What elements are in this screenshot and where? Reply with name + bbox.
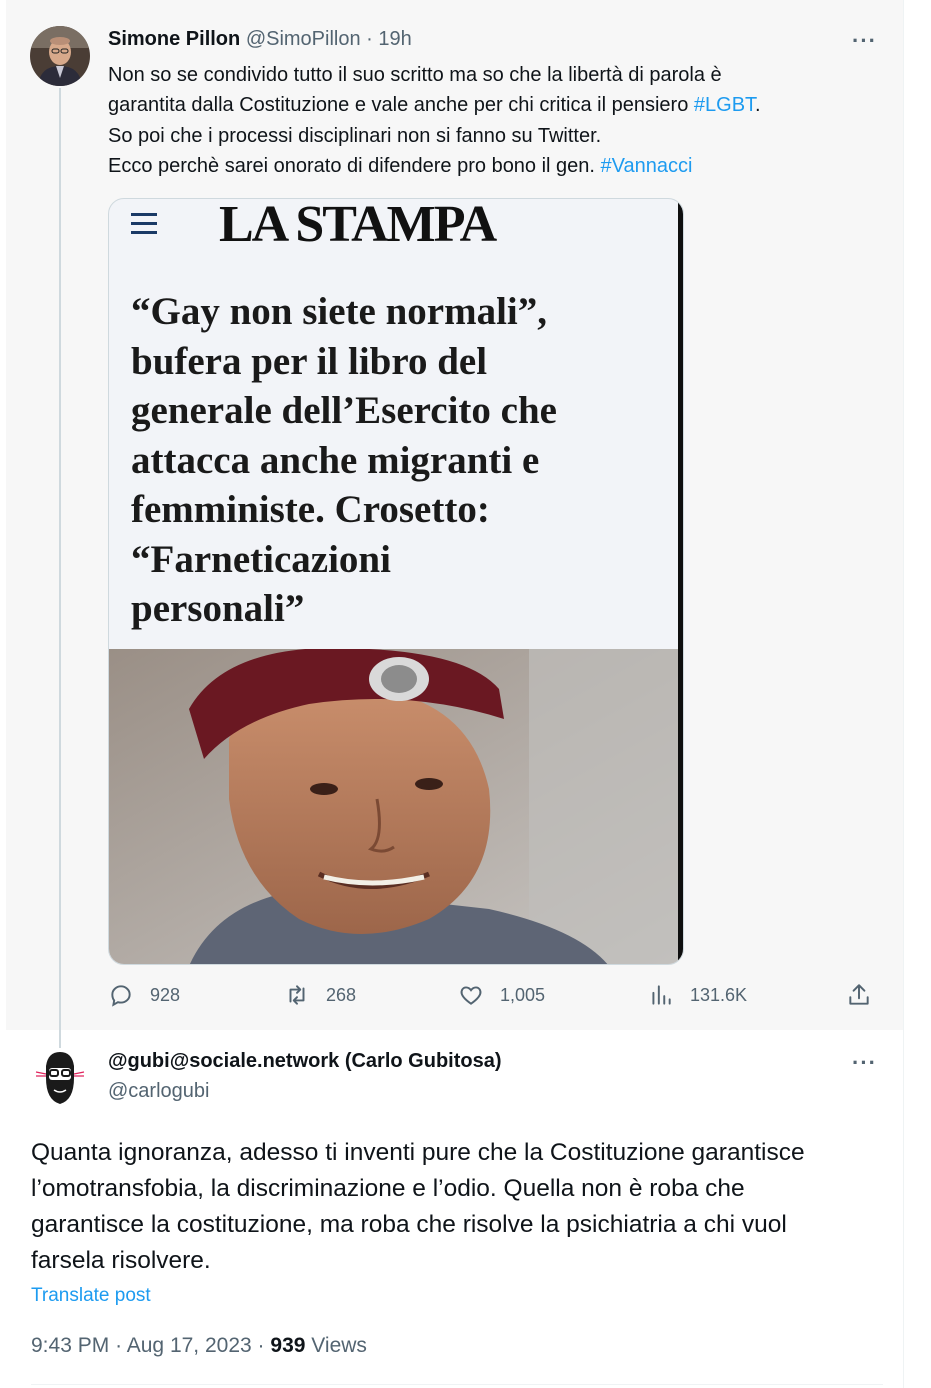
thread-connector-line <box>59 88 61 1048</box>
views-icon <box>652 985 671 1005</box>
meta-separator: · <box>115 1334 123 1357</box>
parent-tweet-text: Non so se condivido tutto il suo scritto… <box>108 60 888 181</box>
header-separator: · <box>366 28 373 50</box>
author-handle[interactable]: @SimoPillon <box>246 28 361 50</box>
article-headline: “Gay non siete normali”, bufera per il l… <box>131 287 661 634</box>
tweet-text-line: So poi che i processi disciplinari non s… <box>108 121 888 151</box>
reply-button[interactable]: 928 <box>108 982 180 1008</box>
hashtag-vannacci-link[interactable]: #Vannacci <box>601 155 693 177</box>
reply-author-avatar[interactable] <box>30 1048 90 1108</box>
tweet-thread: Simone Pillon @SimoPillon · 19h ··· Non … <box>0 0 931 1388</box>
like-button[interactable]: 1,005 <box>458 982 545 1008</box>
views-count: 131.6K <box>690 984 748 1005</box>
reply-metadata: 9:43 PM · Aug 17, 2023 · 939 Views <box>31 1334 367 1358</box>
reply-count: 928 <box>150 984 181 1005</box>
headline-line: personali” <box>131 587 305 630</box>
text-segment: . <box>755 94 761 117</box>
meta-separator: · <box>257 1334 265 1357</box>
divider <box>31 1384 883 1385</box>
like-icon <box>460 986 482 1005</box>
tweet-text-line: garantita dalla Costituzione e vale anch… <box>108 90 888 120</box>
text-segment: Non so se condivido tutto il suo scritto… <box>108 64 722 86</box>
reply-more-options-button[interactable]: ··· <box>852 1050 877 1076</box>
repost-button[interactable]: 268 <box>284 982 356 1008</box>
newspaper-masthead: LA STAMPA <box>219 198 497 253</box>
reply-date[interactable]: Aug 17, 2023 <box>127 1334 252 1357</box>
headline-line: “Gay non siete normali”, <box>131 290 547 333</box>
reply-text-line: Quanta ignoranza, adesso ti inventi pure… <box>31 1139 805 1166</box>
reply-time[interactable]: 9:43 PM <box>31 1334 109 1357</box>
text-segment: garantita dalla Costituzione e vale anch… <box>108 94 694 117</box>
tweet-action-bar: 928 268 1,005 131.6K <box>108 982 878 1014</box>
headline-line: generale dell’Esercito che <box>131 389 557 432</box>
article-photo <box>109 649 683 964</box>
like-count: 1,005 <box>500 984 546 1005</box>
reply-author-name[interactable]: @gubi@sociale.network (Carlo Gubitosa) <box>108 1050 502 1073</box>
headline-line: “Farneticazioni <box>131 537 391 581</box>
reply-icon <box>111 985 131 1007</box>
headline-line: femministe. Crosetto: <box>131 488 490 531</box>
more-options-button[interactable]: ··· <box>852 28 877 54</box>
headline-line: bufera per il libro del <box>131 339 488 383</box>
share-button[interactable] <box>846 982 872 1008</box>
share-icon <box>849 984 869 1005</box>
text-segment: Ecco perchè sarei onorato di difendere p… <box>108 154 601 177</box>
tweet-text-line: Ecco perchè sarei onorato di difendere p… <box>108 151 888 181</box>
tweet-text-line: Non so se condivido tutto il suo scritto… <box>108 60 888 90</box>
views-button[interactable]: 131.6K <box>648 982 747 1008</box>
headline-line: attacca anche migranti e <box>131 438 540 482</box>
repost-icon <box>289 985 305 1005</box>
column-border <box>903 0 904 1388</box>
reply-tweet-text: Quanta ignoranza, adesso ti inventi pure… <box>31 1135 891 1279</box>
reply-author-handle[interactable]: @carlogubi <box>108 1080 209 1103</box>
media-dark-edge <box>678 199 683 964</box>
reply-text-line: garantisce la costituzione, ma roba che … <box>31 1211 787 1238</box>
author-avatar[interactable] <box>30 26 90 86</box>
text-segment: So poi che i processi disciplinari non s… <box>108 124 602 147</box>
menu-icon <box>131 213 161 241</box>
tweet-media-image[interactable]: LA STAMPA “Gay non siete normali”, bufer… <box>108 198 684 965</box>
bearded-man-avatar-icon <box>30 1048 90 1108</box>
reply-text-line: l’omotransfobia, la discriminazione e l’… <box>31 1175 745 1202</box>
reply-views-label: Views <box>311 1334 367 1357</box>
avatar-photo <box>30 26 90 86</box>
author-name[interactable]: Simone Pillon <box>108 28 240 50</box>
tweet-timestamp[interactable]: 19h <box>378 28 411 50</box>
reply-text-line: farsela risolvere. <box>31 1247 211 1274</box>
repost-count: 268 <box>326 984 357 1005</box>
translate-post-link[interactable]: Translate post <box>31 1285 151 1307</box>
parent-tweet-header: Simone Pillon @SimoPillon · 19h <box>108 28 412 51</box>
reply-views-count: 939 <box>270 1334 306 1357</box>
hashtag-lgbt-link[interactable]: #LGBT <box>694 94 755 116</box>
